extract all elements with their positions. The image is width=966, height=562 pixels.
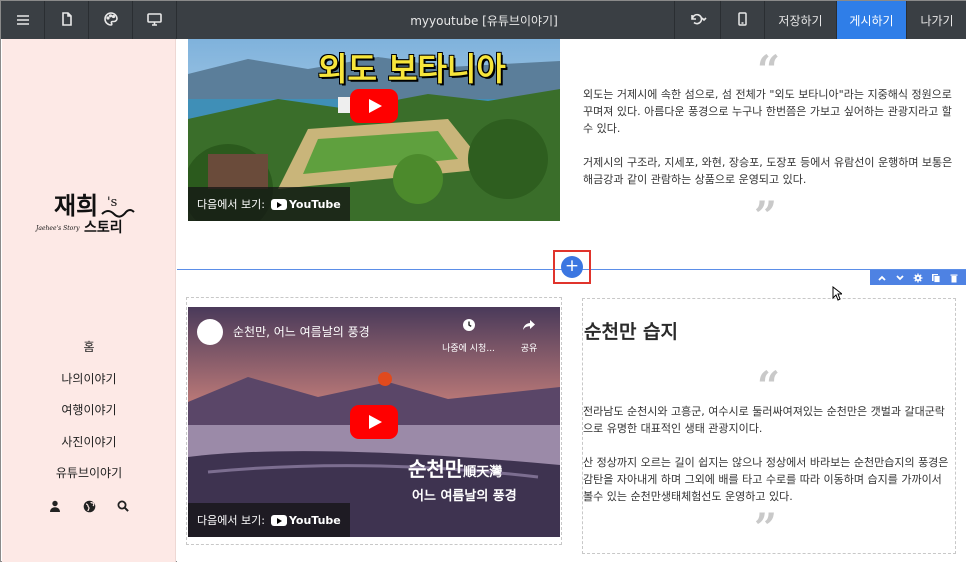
block-toolbar	[870, 270, 966, 285]
watch-later-label: 나중에 시청...	[442, 344, 495, 354]
youtube-logo: YouTube	[270, 514, 341, 527]
watch-later-button[interactable]: 나중에 시청...	[441, 317, 496, 355]
page-button[interactable]	[45, 1, 89, 39]
oedo-paragraph-2: 거제시의 구조라, 지세포, 와현, 장승포, 도장포 등에서 유람선이 운행하…	[583, 156, 953, 186]
video-thumbnail-title: 외도 보타니아	[318, 50, 506, 88]
channel-avatar[interactable]	[197, 319, 223, 345]
clock-icon	[441, 317, 496, 336]
suncheonman-heading: 순천만 습지	[584, 321, 679, 343]
move-down-icon[interactable]	[895, 273, 905, 283]
save-button[interactable]: 저장하기	[764, 1, 836, 39]
site-logo[interactable]: 재희 's 스토리 Jaehee's Story	[32, 184, 152, 244]
undo-icon	[689, 13, 707, 28]
youtube-play-button[interactable]	[350, 405, 398, 439]
youtube-play-icon	[270, 514, 287, 526]
quote-close-icon: ”	[754, 193, 778, 240]
settings-gear-icon[interactable]	[913, 273, 923, 283]
top-toolbar: myyoutube [유튜브이야기] 저장하기 게시하기 나가기	[1, 1, 966, 39]
sidebar-item-travel[interactable]: 여행이야기	[2, 394, 176, 426]
share-button[interactable]: 공유	[517, 317, 541, 355]
add-block-button[interactable]: +	[561, 256, 583, 278]
quote-open-icon: “	[757, 363, 781, 410]
svg-text:스토리: 스토리	[84, 220, 123, 236]
desktop-view-button[interactable]	[133, 1, 177, 39]
search-icon[interactable]	[116, 499, 130, 513]
menu-button[interactable]	[1, 1, 45, 39]
hamburger-icon	[16, 11, 30, 30]
video-embed-oedo[interactable]: 외도 보타니아 다음에서 보기: YouTube	[188, 39, 560, 221]
share-label: 공유	[520, 344, 538, 354]
publish-button[interactable]: 게시하기	[836, 1, 906, 39]
watch-on-label: 다음에서 보기:	[197, 198, 265, 211]
overlay-title-line1: 순천만順天灣	[408, 457, 503, 481]
share-icon	[517, 317, 541, 336]
delete-icon[interactable]	[949, 273, 959, 283]
content-area: 외도 보타니아 다음에서 보기: YouTube “ 외도는 거제시에 속한 섬…	[177, 39, 966, 562]
video-embed-suncheonman[interactable]: 순천만, 어느 여름날의 풍경 나중에 시청... 공유 순천만順天灣 어느 여…	[188, 307, 560, 537]
theme-button[interactable]	[89, 1, 133, 39]
svg-text:Jaehee's Story: Jaehee's Story	[34, 225, 80, 232]
video-channel-title[interactable]: 순천만, 어느 여름날의 풍경	[233, 323, 370, 340]
globe-icon[interactable]	[82, 499, 96, 513]
undo-button[interactable]	[674, 1, 720, 39]
watch-on-youtube-bar[interactable]: 다음에서 보기: YouTube	[188, 187, 350, 221]
sidebar-item-photo[interactable]: 사진이야기	[2, 426, 176, 458]
sidebar-nav: 홈 나의이야기 여행이야기 사진이야기 유튜브이야기	[2, 331, 176, 489]
add-block-highlight: +	[553, 250, 591, 284]
sidebar-item-home[interactable]: 홈	[2, 331, 176, 363]
svg-text:'s: 's	[107, 195, 117, 210]
exit-button[interactable]: 나가기	[906, 1, 966, 39]
copy-icon[interactable]	[931, 273, 941, 283]
user-icon[interactable]	[48, 499, 62, 513]
watch-on-label: 다음에서 보기:	[197, 514, 265, 527]
sidebar-item-my-story[interactable]: 나의이야기	[2, 363, 176, 395]
quote-close-icon: ”	[754, 505, 778, 552]
oedo-paragraph-1: 외도는 거제시에 속한 섬으로, 섬 전체가 "외도 보타니아"라는 지중해식 …	[583, 88, 952, 135]
svg-text:재희: 재희	[54, 191, 98, 220]
mobile-view-button[interactable]	[720, 1, 764, 39]
move-up-icon[interactable]	[877, 273, 887, 283]
quote-open-icon: “	[757, 47, 781, 94]
document-icon	[61, 11, 73, 30]
suncheonman-paragraph-1: 전라남도 순천시와 고흥군, 여수시로 둘러싸여져있는 순천만은 갯벌과 갈대군…	[583, 405, 945, 435]
sidebar: 재희 's 스토리 Jaehee's Story 홈 나의이야기 여행이야기 사…	[2, 39, 176, 562]
overlay-title-line2: 어느 여름날의 풍경	[412, 489, 517, 504]
mouse-cursor-icon	[832, 285, 844, 305]
sidebar-item-youtube[interactable]: 유튜브이야기	[2, 457, 176, 489]
palette-icon	[103, 11, 118, 30]
suncheonman-paragraph-2: 산 정상까지 오르는 길이 쉽지는 않으나 정상에서 바라보는 순천만습지의 풍…	[583, 456, 949, 503]
monitor-icon	[147, 11, 162, 30]
youtube-play-icon	[270, 198, 287, 210]
youtube-logo: YouTube	[270, 198, 341, 211]
watch-on-youtube-bar[interactable]: 다음에서 보기: YouTube	[188, 503, 350, 537]
mobile-icon	[738, 11, 747, 29]
youtube-play-button[interactable]	[350, 89, 398, 123]
